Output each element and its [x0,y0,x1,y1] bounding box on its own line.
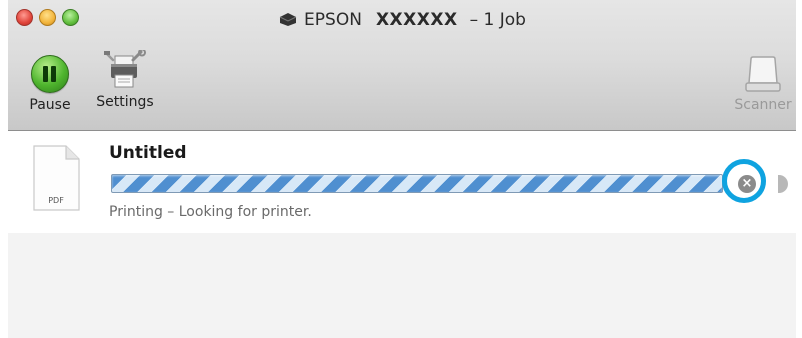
document-name: Untitled [109,143,187,163]
job-status: Printing – Looking for printer. [109,204,312,220]
settings-button[interactable]: Settings [88,50,162,110]
job-info-button[interactable] [778,175,788,193]
settings-icon [104,50,146,88]
job-list: PDF Untitled × Printing – Looking for pr… [8,131,796,338]
scanner-button[interactable]: Scanner [730,55,796,113]
pause-button[interactable]: Pause [22,55,78,113]
printer-icon [279,13,297,26]
file-type-label: PDF [48,196,64,205]
settings-label: Settings [96,94,154,110]
progress-bar [111,174,723,193]
title-model: XXXXXX [375,10,458,30]
pause-icon [31,55,69,93]
pause-label: Pause [29,97,71,113]
scanner-icon [745,56,781,92]
pdf-document-icon: PDF [33,145,80,211]
title-toolbar: EPSON XXXXXX – 1 Job Pause Settings Scan… [8,0,796,131]
scanner-label: Scanner [734,97,792,113]
title-brand: EPSON [304,10,362,30]
highlight-ring [722,159,766,203]
job-row[interactable]: PDF Untitled × Printing – Looking for pr… [8,131,796,233]
title-job-count: – 1 Job [469,10,526,30]
print-queue-window: EPSON XXXXXX – 1 Job Pause Settings Scan… [8,0,796,338]
window-title: EPSON XXXXXX – 1 Job [8,10,796,30]
